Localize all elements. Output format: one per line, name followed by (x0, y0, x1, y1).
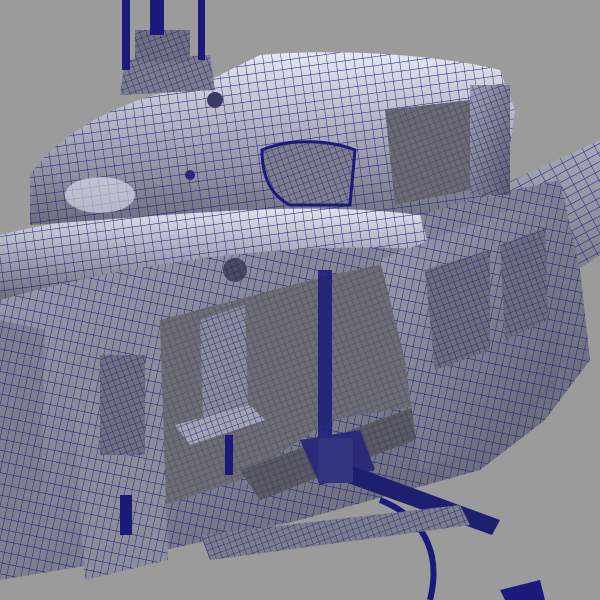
helicopter-wireframe-render (0, 0, 600, 600)
nose-section (0, 320, 45, 575)
3d-viewport[interactable] (0, 0, 600, 600)
cockpit-window (260, 140, 357, 207)
left-door (70, 325, 168, 580)
